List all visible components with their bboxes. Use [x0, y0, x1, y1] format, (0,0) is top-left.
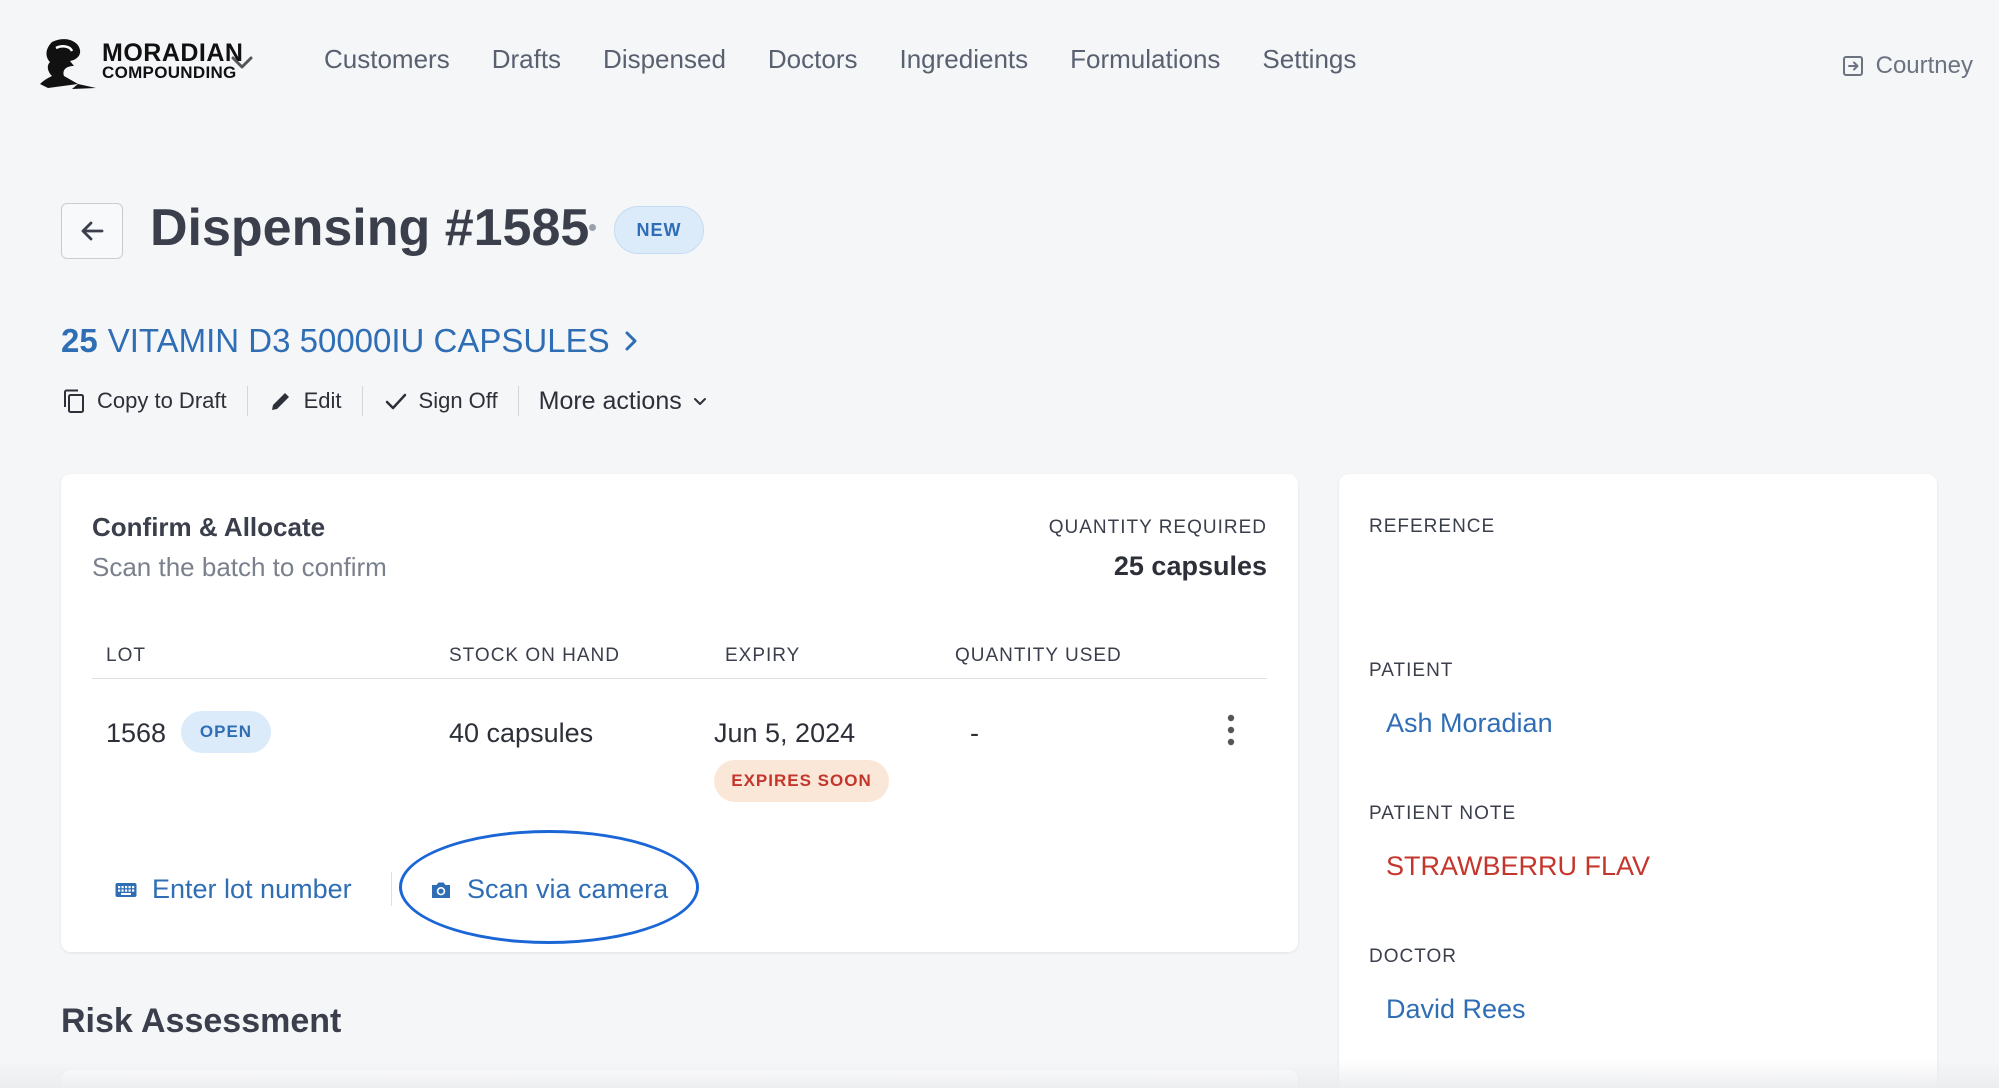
top-nav: MORADIAN COMPOUNDING Customers Drafts Di…: [0, 0, 1999, 125]
scan-via-camera-button[interactable]: Scan via camera: [429, 874, 668, 905]
chevron-down-icon: [693, 398, 706, 405]
nav-doctors[interactable]: Doctors: [768, 44, 858, 75]
enter-lot-number-label: Enter lot number: [152, 874, 352, 904]
expiry-date: Jun 5, 2024: [714, 718, 856, 748]
copy-to-draft-label: Copy to Draft: [97, 388, 227, 413]
dispensing-page: MORADIAN COMPOUNDING Customers Drafts Di…: [0, 0, 1999, 1088]
nav-dispensed[interactable]: Dispensed: [603, 44, 726, 75]
doctor-label: DOCTOR: [1369, 946, 1457, 967]
action-divider: [246, 386, 248, 416]
arrow-left-icon: [81, 221, 104, 241]
column-header-lot: LOT: [106, 645, 146, 666]
patient-note-value: STRAWBERRU FLAV: [1386, 851, 1651, 881]
logo-mark-icon: [40, 39, 96, 89]
chevron-down-icon[interactable]: [228, 50, 256, 74]
patient-label: PATIENT: [1369, 660, 1454, 681]
copy-to-draft-button[interactable]: Copy to Draft: [61, 388, 227, 414]
page-title: Dispensing #1585: [150, 199, 590, 257]
action-divider: [517, 386, 519, 416]
keyboard-icon: [115, 882, 137, 897]
patient-link[interactable]: Ash Moradian: [1386, 708, 1553, 739]
sign-off-button[interactable]: Sign Off: [383, 388, 498, 414]
logout-icon: [1842, 56, 1863, 76]
camera-icon: [432, 882, 450, 898]
chevron-right-icon: [625, 331, 637, 351]
risk-assessment-heading: Risk Assessment: [61, 1002, 342, 1040]
more-actions-button[interactable]: More actions: [539, 387, 708, 416]
edit-label: Edit: [303, 388, 342, 413]
status-badge: NEW: [614, 206, 704, 254]
column-header-quantity-used: QUANTITY USED: [955, 645, 1122, 666]
action-bar: Copy to Draft Edit Sign Off More actions: [61, 384, 708, 418]
product-name: VITAMIN D3 50000IU CAPSULES: [107, 322, 610, 359]
logo-line-1: MORADIAN: [102, 39, 244, 67]
nav-ingredients[interactable]: Ingredients: [899, 44, 1028, 75]
copy-icon: [64, 389, 84, 413]
expires-soon-badge: EXPIRES SOON: [714, 760, 889, 802]
user-name: Courtney: [1875, 52, 1973, 79]
product-link[interactable]: 25 VITAMIN D3 50000IU CAPSULES: [61, 322, 642, 360]
logo-line-2: COMPOUNDING: [102, 63, 237, 82]
lot-status-badge: OPEN: [181, 711, 271, 753]
stock-on-hand: 40 capsules: [449, 718, 594, 748]
nav-drafts[interactable]: Drafts: [492, 44, 561, 75]
column-header-stock: STOCK ON HAND: [449, 645, 621, 666]
action-divider: [361, 386, 363, 416]
footer-divider: [391, 872, 392, 906]
back-button[interactable]: [61, 203, 123, 259]
brand-logo[interactable]: MORADIAN COMPOUNDING: [38, 36, 244, 90]
patient-note-label: PATIENT NOTE: [1369, 803, 1517, 824]
confirm-allocate-card: Confirm & Allocate Scan the batch to con…: [61, 474, 1298, 952]
lot-number: 1568: [106, 718, 167, 748]
main-nav: Customers Drafts Dispensed Doctors Ingre…: [324, 44, 1356, 75]
card-subtitle: Scan the batch to confirm: [92, 552, 387, 582]
column-header-expiry: EXPIRY: [725, 645, 801, 666]
scan-via-camera-label: Scan via camera: [467, 874, 669, 904]
title-separator-dot: [589, 224, 596, 231]
nav-settings[interactable]: Settings: [1262, 44, 1356, 75]
enter-lot-number-button[interactable]: Enter lot number: [114, 874, 352, 905]
table-header-divider: [92, 678, 1267, 679]
more-vertical-icon[interactable]: [1223, 710, 1239, 750]
quantity-required-label: QUANTITY REQUIRED: [1048, 517, 1267, 538]
sign-off-label: Sign Off: [418, 388, 498, 413]
edit-button[interactable]: Edit: [268, 388, 342, 414]
card-title: Confirm & Allocate: [92, 512, 326, 542]
more-actions-label: More actions: [538, 386, 682, 415]
quantity-required-value: 25 capsules: [1113, 551, 1267, 581]
logo-text: MORADIAN COMPOUNDING: [102, 39, 244, 83]
quantity-used: -: [970, 718, 979, 748]
details-side-card: REFERENCE PATIENT Ash Moradian PATIENT N…: [1339, 474, 1937, 1088]
user-menu[interactable]: Courtney: [1840, 52, 1973, 80]
reference-label: REFERENCE: [1369, 516, 1496, 537]
product-quantity: 25: [61, 322, 98, 359]
bottom-fade: [0, 1060, 1999, 1088]
nav-customers[interactable]: Customers: [324, 44, 450, 75]
doctor-link[interactable]: David Rees: [1386, 994, 1526, 1025]
pencil-icon: [271, 393, 289, 410]
nav-formulations[interactable]: Formulations: [1070, 44, 1220, 75]
check-icon: [385, 393, 406, 410]
